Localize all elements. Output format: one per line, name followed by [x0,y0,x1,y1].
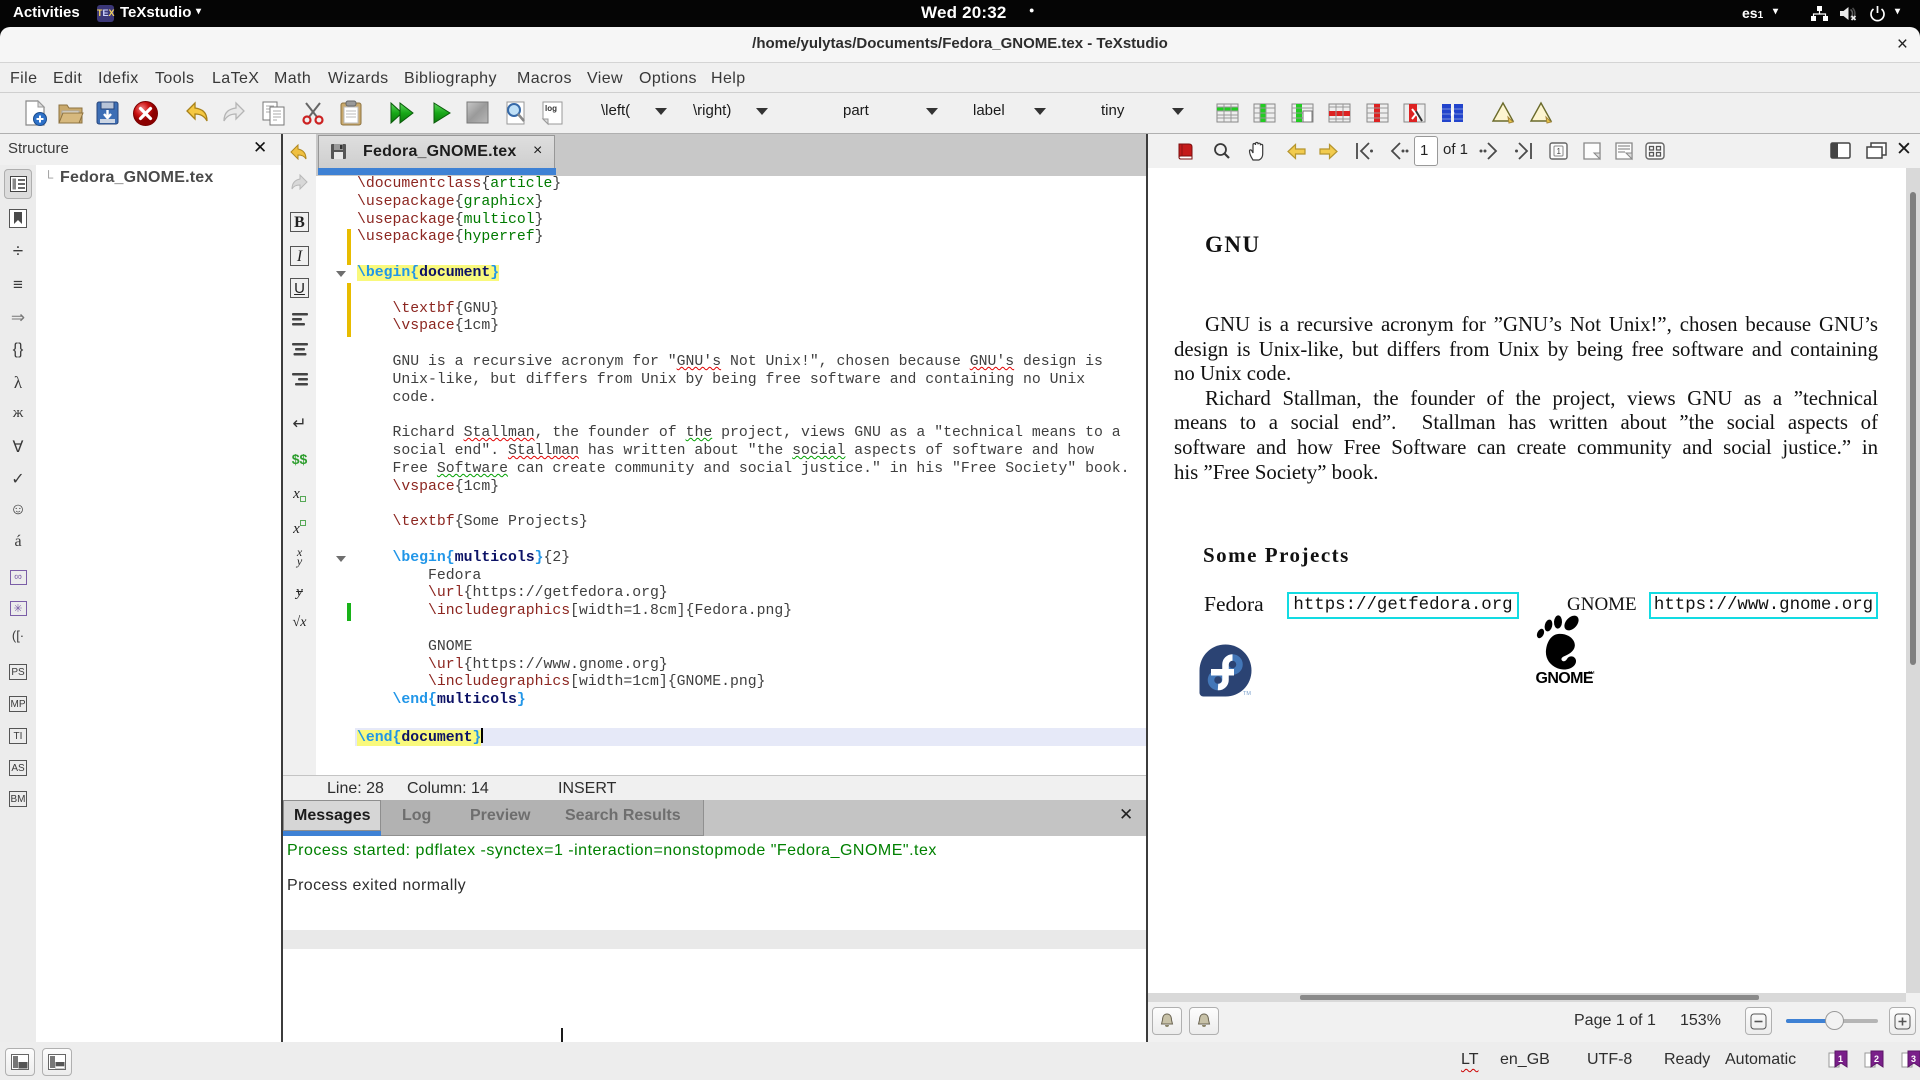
svg-text:1: 1 [1838,1054,1843,1064]
svg-text:1: 1 [1557,147,1562,156]
svg-text:3: 3 [1911,1054,1916,1064]
svg-text:TM: TM [1243,691,1251,697]
svg-text:log: log [545,104,557,113]
svg-text:GNOME: GNOME [1536,670,1594,687]
svg-text:2: 2 [1874,1054,1879,1064]
svg-text:TM: TM [1588,670,1595,675]
